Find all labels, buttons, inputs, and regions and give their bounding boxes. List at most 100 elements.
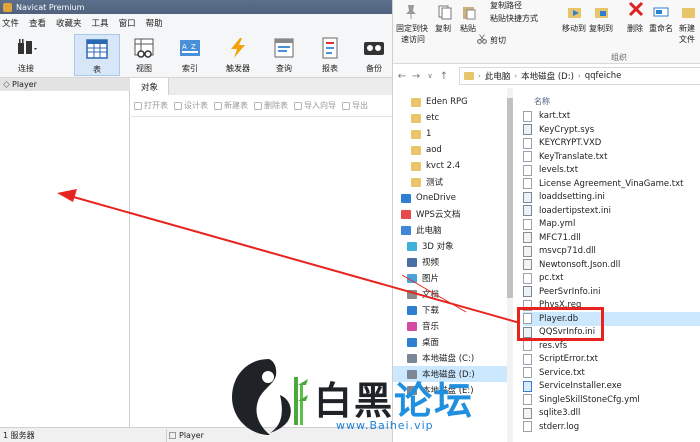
nav-item-label: kvct 2.4 <box>426 161 461 171</box>
file-row[interactable]: License Agreement_VinaGame.txt <box>523 177 700 191</box>
trigger-button[interactable]: 触发器 <box>218 34 258 76</box>
rename-button[interactable]: 重命名 <box>649 23 673 34</box>
file-row[interactable]: KeyTranslate.txt <box>523 150 700 164</box>
file-row[interactable]: loaddsetting.ini <box>523 190 700 204</box>
menu-window[interactable]: 窗口 <box>117 17 144 29</box>
breadcrumb-drive-d[interactable]: 本地磁盘 (D:) <box>521 70 574 82</box>
nav-item[interactable]: 视频 <box>393 254 512 270</box>
paste-shortcut-button[interactable]: 粘贴快捷方式 <box>490 13 538 24</box>
move-to-icon <box>568 8 581 18</box>
nav-item[interactable]: etc <box>393 110 512 126</box>
nav-item[interactable]: 图片 <box>393 270 512 286</box>
menu-file[interactable]: 文件 <box>0 17 27 29</box>
copy-path-button[interactable]: 复制路径 <box>490 0 522 11</box>
file-row[interactable]: PeerSvrInfo.ini <box>523 285 700 299</box>
nav-item[interactable]: 文档 <box>393 286 512 302</box>
new-button[interactable]: 新建 <box>679 23 695 34</box>
copy-button[interactable]: 复制 <box>435 23 451 34</box>
nav-item[interactable]: Eden RPG <box>393 94 512 110</box>
export-button[interactable]: 导出 <box>342 100 368 111</box>
query-button[interactable]: 查询 <box>266 34 302 76</box>
breadcrumb-this-pc[interactable]: 此电脑 <box>485 70 511 82</box>
index-button[interactable]: A Z 索引 <box>172 34 208 76</box>
connection-tree-pane[interactable] <box>0 91 130 427</box>
back-arrow-icon[interactable]: ← <box>395 71 409 82</box>
delete-table-icon <box>254 101 262 110</box>
navigation-scrollbar[interactable] <box>507 88 513 442</box>
nav-item[interactable]: 下载 <box>393 302 512 318</box>
view-button[interactable]: 视图 <box>126 34 162 76</box>
menu-help[interactable]: 帮助 <box>144 17 171 29</box>
breadcrumb-qqfeiche[interactable]: qqfeiche <box>585 71 622 81</box>
file-row[interactable]: kart.txt <box>523 109 700 123</box>
file-dll-icon <box>523 259 532 270</box>
file-row[interactable]: msvcp71d.dll <box>523 244 700 258</box>
pin-quick-access-label-1[interactable]: 固定到快 <box>396 23 428 34</box>
pin-quick-access-label-2[interactable]: 速访问 <box>401 34 425 45</box>
file-name: Newtonsoft.Json.dll <box>539 259 621 270</box>
nav-item[interactable]: 3D 对象 <box>393 238 512 254</box>
table-grid-icon <box>86 39 108 59</box>
cut-button[interactable]: 剪切 <box>490 35 506 46</box>
file-row[interactable]: stderr.log <box>523 420 700 434</box>
backup-button[interactable]: 备份 <box>356 34 392 76</box>
address-bar[interactable]: › 此电脑 › 本地磁盘 (D:) › qqfeiche <box>459 67 700 85</box>
menu-tools[interactable]: 工具 <box>90 17 117 29</box>
nav-item[interactable]: 1 <box>393 126 512 142</box>
nav-item[interactable]: OneDrive <box>393 190 512 206</box>
nav-item[interactable]: aod <box>393 142 512 158</box>
file-row[interactable]: levels.txt <box>523 163 700 177</box>
up-arrow-icon[interactable]: ↑ <box>437 71 451 82</box>
column-header-name[interactable]: 名称 <box>534 96 550 107</box>
recent-chevron-icon[interactable]: ∨ <box>423 72 437 80</box>
new-table-button[interactable]: 新建表 <box>214 100 248 111</box>
current-database-label: Player <box>179 431 204 440</box>
svg-text:Z: Z <box>191 43 196 51</box>
file-row[interactable]: pc.txt <box>523 271 700 285</box>
file-txt-icon <box>523 178 532 189</box>
import-wizard-button[interactable]: 导入向导 <box>294 100 336 111</box>
nav-item[interactable]: WPS云文档 <box>393 206 512 222</box>
file-row[interactable]: sqlite3.dll <box>523 406 700 420</box>
open-table-button[interactable]: 打开表 <box>134 100 168 111</box>
nav-item-label: 下载 <box>422 306 440 316</box>
object-toolbar: 打开表 设计表 新建表 删除表 导入向导 导出 <box>131 95 392 117</box>
folder-icon <box>411 113 421 123</box>
copy-to-button[interactable]: 复制到 <box>589 23 613 34</box>
tab-objects[interactable]: 对象 <box>131 78 169 95</box>
nav-item[interactable]: kvct 2.4 <box>393 158 512 174</box>
nav-item[interactable]: 音乐 <box>393 318 512 334</box>
copy-to-icon <box>595 8 608 18</box>
nav-item[interactable]: 测试 <box>393 174 512 190</box>
delete-button[interactable]: 删除 <box>627 23 643 34</box>
nav-item[interactable]: 此电脑 <box>393 222 512 238</box>
menu-view[interactable]: 查看 <box>27 17 54 29</box>
move-to-button[interactable]: 移动到 <box>562 23 586 34</box>
connection-button[interactable]: 连接 <box>8 34 44 76</box>
watermark-url: www.Baihei.vip <box>336 419 434 432</box>
file-row[interactable]: Service.txt <box>523 366 700 380</box>
file-row[interactable]: KeyCrypt.sys <box>523 123 700 137</box>
video-icon <box>407 257 417 267</box>
forward-arrow-icon[interactable]: → <box>409 71 423 82</box>
file-row[interactable]: loadertipstext.ini <box>523 204 700 218</box>
design-table-button[interactable]: 设计表 <box>174 100 208 111</box>
file-row[interactable]: MFC71.dll <box>523 231 700 245</box>
breadcrumb-separator-icon: › <box>514 72 518 80</box>
file-row[interactable]: SingleSkillStoneCfg.yml <box>523 393 700 407</box>
delete-table-button[interactable]: 删除表 <box>254 100 288 111</box>
table-button[interactable]: 表 <box>74 34 120 76</box>
file-row[interactable]: Newtonsoft.Json.dll <box>523 258 700 272</box>
menu-favorites[interactable]: 收藏夹 <box>54 17 90 29</box>
connection-tree-header[interactable]: Player <box>0 78 130 91</box>
file-dll-icon <box>523 407 532 419</box>
nav-item[interactable]: 桌面 <box>393 334 512 350</box>
report-button[interactable]: 报表 <box>312 34 348 76</box>
index-az-icon: A Z <box>180 40 200 56</box>
file-row[interactable]: ServiceInstaller.exe <box>523 379 700 393</box>
file-row[interactable]: ScriptError.txt <box>523 352 700 366</box>
file-row[interactable]: Map.yml <box>523 217 700 231</box>
file-row[interactable]: KEYCRYPT.VXD <box>523 136 700 150</box>
paste-button[interactable]: 粘贴 <box>460 23 476 34</box>
navigation-scrollbar-thumb[interactable] <box>507 98 513 298</box>
